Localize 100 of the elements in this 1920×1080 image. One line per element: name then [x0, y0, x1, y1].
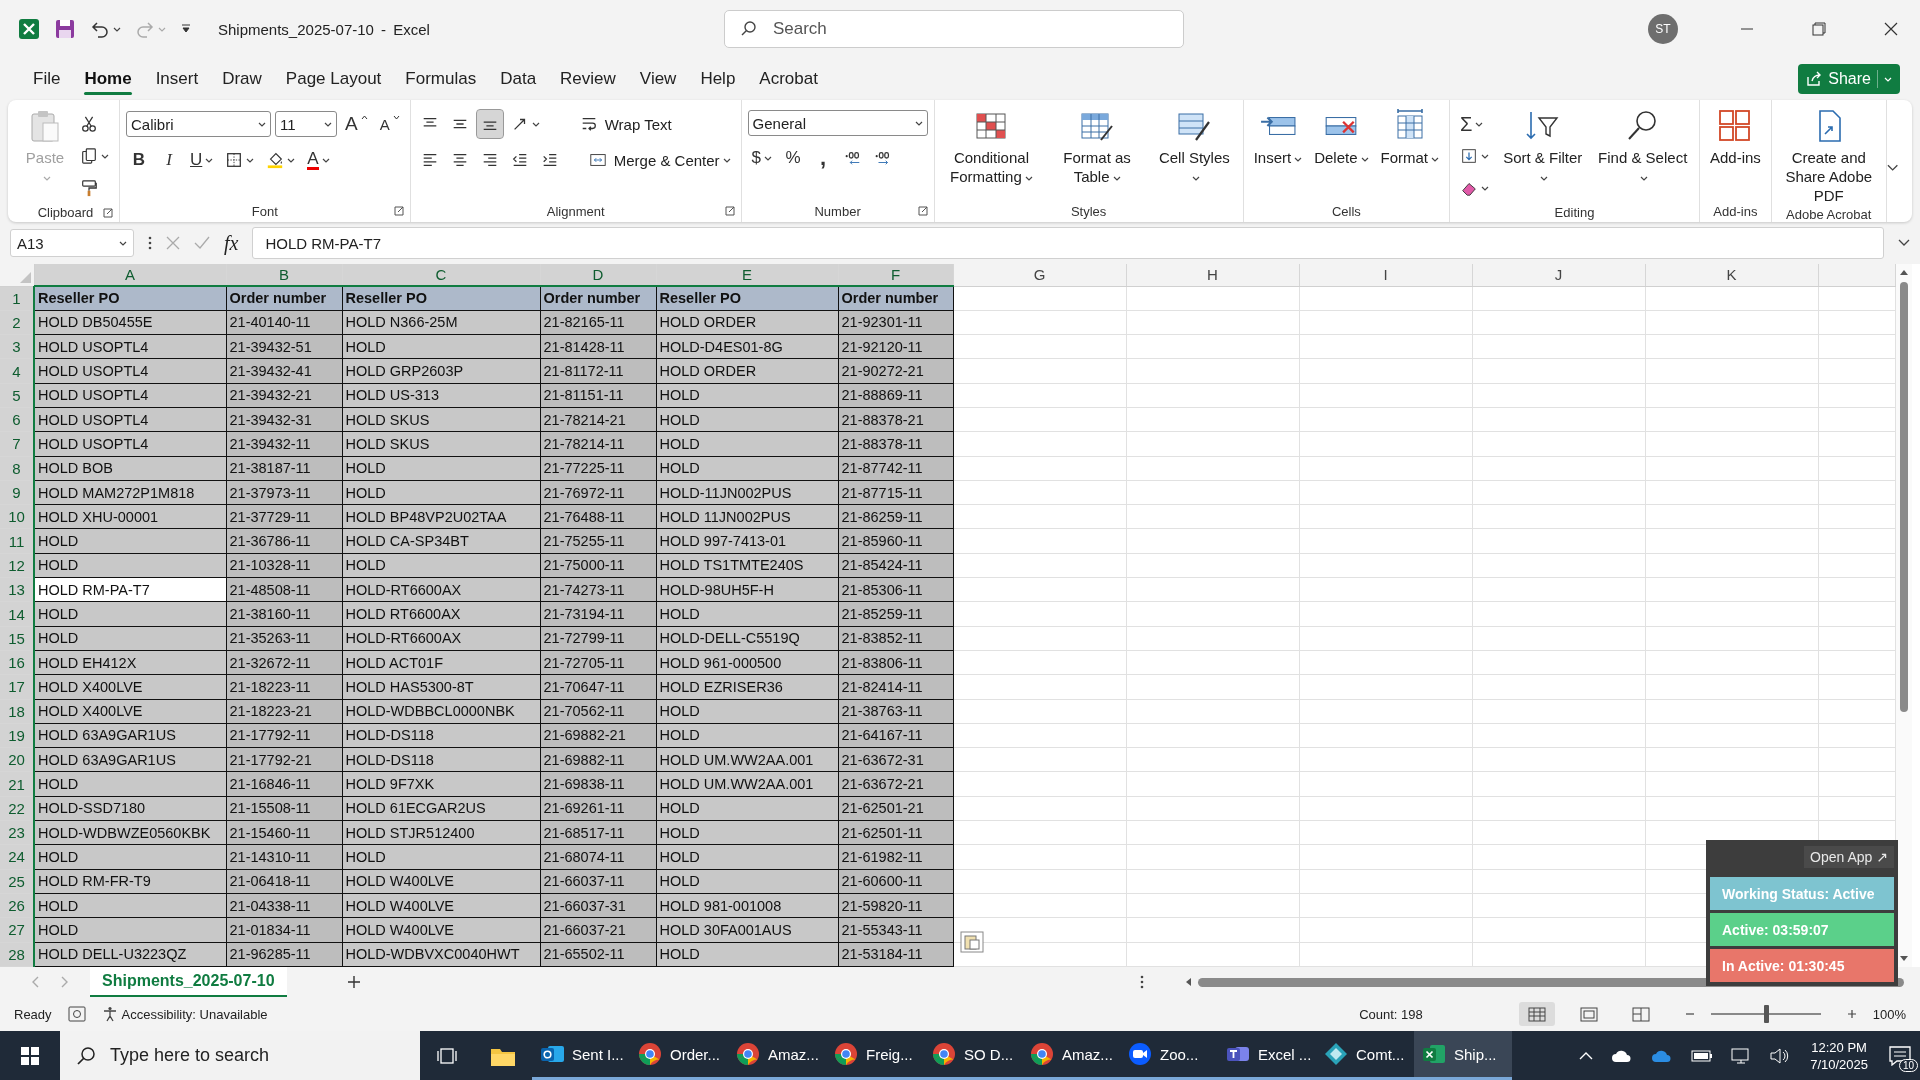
taskbar-app[interactable]: Freig...: [826, 1031, 924, 1080]
menu-tab[interactable]: View: [630, 63, 686, 95]
formula-field[interactable]: HOLD RM-PA-T7: [252, 227, 1884, 259]
column-header[interactable]: B: [226, 264, 342, 286]
table-cell[interactable]: 21-15460-11: [226, 820, 342, 845]
bottom-align-button[interactable]: [476, 110, 503, 138]
row-header[interactable]: 10: [0, 504, 34, 529]
table-cell[interactable]: HOLD DELL-U3223QZ: [34, 942, 226, 967]
table-cell[interactable]: 21-18223-11: [226, 674, 342, 700]
zoom-level[interactable]: 100%: [1872, 1006, 1906, 1022]
network-icon[interactable]: [1731, 1046, 1752, 1065]
table-cell[interactable]: 21-55343-11: [838, 917, 953, 942]
table-cell[interactable]: HOLD: [656, 820, 838, 845]
percent-button[interactable]: %: [780, 144, 807, 172]
table-cell[interactable]: HOLD: [656, 796, 838, 821]
table-cell[interactable]: 21-76488-11: [540, 504, 656, 529]
row-header[interactable]: 15: [0, 626, 34, 651]
shrink-font-button[interactable]: A: [375, 110, 404, 138]
row-header[interactable]: 9: [0, 480, 34, 505]
table-cell[interactable]: 21-39432-21: [226, 383, 342, 408]
insert-function-button[interactable]: fx: [224, 231, 239, 255]
table-cell[interactable]: HOLD UM.WW2AA.001: [656, 747, 838, 772]
table-cell[interactable]: HOLD XHU-00001: [34, 504, 226, 529]
number-format-field[interactable]: General: [747, 110, 928, 136]
table-cell[interactable]: HOLD: [34, 771, 226, 797]
menu-tab[interactable]: Help: [691, 63, 745, 95]
row-header[interactable]: 2: [0, 310, 34, 335]
name-box[interactable]: A13: [10, 229, 134, 257]
table-cell[interactable]: HOLD 11JN002PUS: [656, 504, 838, 529]
table-cell[interactable]: 21-63672-21: [838, 771, 953, 797]
row-header[interactable]: 16: [0, 650, 34, 675]
table-cell[interactable]: HOLD 61ECGAR2US: [342, 796, 540, 821]
table-cell[interactable]: 21-92120-11: [838, 334, 953, 359]
table-cell[interactable]: HOLD-RT6600AX: [342, 577, 540, 602]
table-cell[interactable]: 21-72705-11: [540, 650, 656, 675]
table-cell[interactable]: HOLD GRP2603P: [342, 358, 540, 384]
row-header[interactable]: 4: [0, 358, 34, 384]
table-cell[interactable]: HOLD: [342, 334, 540, 359]
column-header[interactable]: H: [1126, 264, 1299, 286]
table-cell[interactable]: 21-69261-11: [540, 796, 656, 821]
taskbar-app[interactable]: Excel ...: [1218, 1031, 1316, 1080]
table-cell[interactable]: 21-69838-11: [540, 771, 656, 797]
table-cell[interactable]: HOLD UM.WW2AA.001: [656, 771, 838, 797]
menu-tab[interactable]: Formulas: [396, 63, 486, 95]
add-ins-button[interactable]: Add-ins: [1705, 106, 1765, 169]
table-cell[interactable]: 21-48508-11: [226, 577, 342, 602]
table-cell[interactable]: 21-35263-11: [226, 626, 342, 651]
table-cell[interactable]: 21-69882-21: [540, 723, 656, 748]
table-cell[interactable]: 21-37973-11: [226, 480, 342, 505]
row-header[interactable]: 19: [0, 723, 34, 748]
table-cell[interactable]: HOLD USOPTL4: [34, 334, 226, 359]
expand-icon[interactable]: [1898, 239, 1910, 247]
row-header[interactable]: 17: [0, 674, 34, 700]
header-cell[interactable]: Reseller PO: [34, 286, 226, 311]
table-cell[interactable]: HOLD 961-000500: [656, 650, 838, 675]
macro-record-icon[interactable]: [67, 1006, 86, 1022]
table-cell[interactable]: HOLD USOPTL4: [34, 383, 226, 408]
task-view-icon[interactable]: [436, 1045, 458, 1066]
table-cell[interactable]: 21-76972-11: [540, 480, 656, 505]
menu-tab[interactable]: Home: [75, 63, 141, 95]
table-cell[interactable]: HOLD-RT6600AX: [342, 626, 540, 651]
table-cell[interactable]: HOLD: [342, 844, 540, 870]
table-cell[interactable]: 21-85960-11: [838, 528, 953, 554]
table-cell[interactable]: 21-88378-21: [838, 407, 953, 432]
table-cell[interactable]: 21-82414-11: [838, 674, 953, 700]
table-cell[interactable]: 21-14310-11: [226, 844, 342, 870]
avatar[interactable]: ST: [1648, 14, 1678, 44]
table-cell[interactable]: 21-66037-31: [540, 893, 656, 918]
sort-filter-button[interactable]: Sort & Filter: [1497, 106, 1589, 188]
menu-tab[interactable]: Draw: [213, 63, 271, 95]
column-header[interactable]: G: [953, 264, 1126, 286]
table-cell[interactable]: 21-66037-21: [540, 917, 656, 942]
column-header[interactable]: F: [838, 264, 953, 286]
row-header[interactable]: 20: [0, 747, 34, 772]
chevron-up-icon[interactable]: [1579, 1050, 1594, 1061]
close-icon[interactable]: [1884, 22, 1898, 36]
header-cell[interactable]: Reseller PO: [656, 286, 838, 311]
slider-thumb[interactable]: [1763, 1005, 1769, 1023]
sheet-tab[interactable]: Shipments_2025-07-10: [90, 967, 287, 997]
table-cell[interactable]: HOLD: [34, 626, 226, 651]
table-cell[interactable]: 21-73194-11: [540, 601, 656, 627]
column-header[interactable]: D: [540, 264, 656, 286]
row-header[interactable]: 3: [0, 334, 34, 359]
grow-font-button[interactable]: A: [341, 110, 372, 138]
table-cell[interactable]: 21-38160-11: [226, 601, 342, 627]
row-header[interactable]: 8: [0, 456, 34, 481]
row-header[interactable]: 1: [0, 286, 34, 311]
dialog-launcher-icon[interactable]: [724, 206, 735, 216]
customize-toolbar-icon[interactable]: [180, 23, 192, 35]
table-cell[interactable]: 21-39432-31: [226, 407, 342, 432]
table-cell[interactable]: 21-68074-11: [540, 844, 656, 870]
table-cell[interactable]: HOLD STJR512400: [342, 820, 540, 845]
table-cell[interactable]: HOLD-WDBWZE0560KBK: [34, 820, 226, 845]
table-cell[interactable]: 21-82165-11: [540, 310, 656, 335]
table-cell[interactable]: 21-38187-11: [226, 456, 342, 481]
scroll-up-icon[interactable]: [1899, 268, 1909, 276]
insert-rows-button[interactable]: Insert: [1249, 106, 1307, 169]
zoom-slider[interactable]: [1710, 1005, 1821, 1023]
scrollbar-thumb[interactable]: [1900, 282, 1908, 712]
table-cell[interactable]: HOLD: [656, 869, 838, 894]
